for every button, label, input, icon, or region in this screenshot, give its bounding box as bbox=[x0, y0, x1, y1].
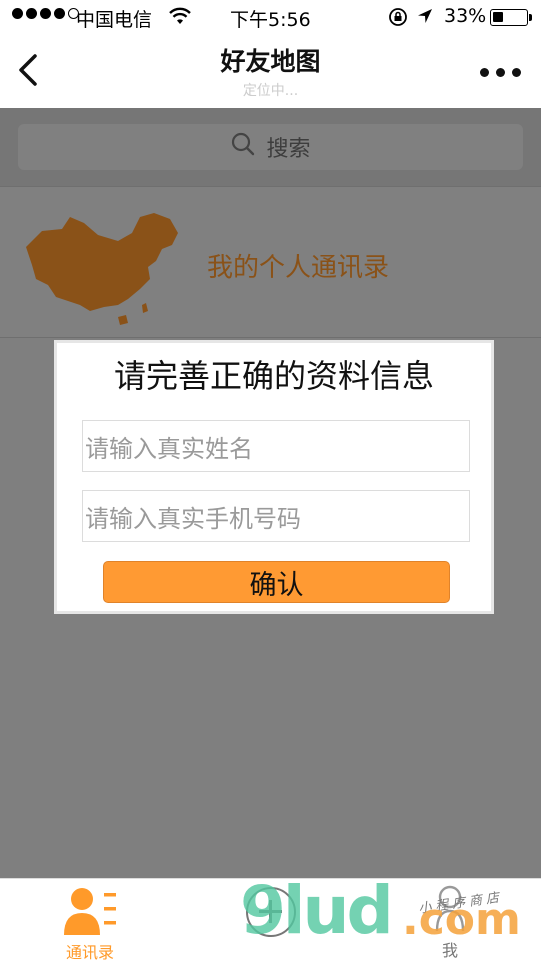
tab-contacts-label: 通讯录 bbox=[65, 943, 114, 960]
location-status: 定位中... bbox=[242, 83, 299, 99]
contact-list-entry[interactable]: 我的个人通讯录 bbox=[0, 186, 541, 338]
phone-number-placeholder: 请输入真实手机号码 bbox=[85, 504, 301, 533]
location-arrow-icon bbox=[416, 7, 434, 30]
search-input[interactable]: 搜索 bbox=[18, 124, 523, 170]
tab-me-label: 我 bbox=[441, 941, 458, 960]
rotation-lock-icon bbox=[388, 7, 408, 32]
confirm-button[interactable]: 确认 bbox=[103, 561, 450, 603]
signal-strength-icon bbox=[12, 8, 79, 19]
profile-info-dialog: 请完善正确的资料信息 请输入真实姓名 请输入真实手机号码 确认 bbox=[54, 340, 494, 614]
search-icon bbox=[230, 131, 256, 163]
battery-tip bbox=[529, 14, 532, 21]
phone-number-input[interactable]: 请输入真实手机号码 bbox=[82, 490, 470, 542]
add-friend-icon[interactable] bbox=[246, 887, 296, 937]
search-area: 搜索 bbox=[0, 108, 541, 186]
real-name-input[interactable]: 请输入真实姓名 bbox=[82, 420, 470, 472]
battery-icon bbox=[490, 9, 528, 26]
tab-contacts[interactable]: 通讯录 bbox=[56, 885, 124, 960]
wifi-icon bbox=[168, 6, 192, 31]
battery-percent: 33% bbox=[444, 5, 487, 27]
dialog-title: 请完善正确的资料信息 bbox=[113, 357, 434, 395]
contact-list-label: 我的个人通讯录 bbox=[207, 253, 390, 283]
navigation-bar: 好友地图 定位中... bbox=[0, 34, 541, 108]
page-title: 好友地图 bbox=[220, 47, 321, 76]
tab-me[interactable]: 我 bbox=[420, 885, 480, 960]
tab-bar: 通讯录 我 bbox=[0, 878, 541, 960]
carrier-name: 中国电信 bbox=[76, 9, 153, 31]
real-name-placeholder: 请输入真实姓名 bbox=[85, 434, 253, 463]
china-map-icon bbox=[22, 209, 182, 335]
user-icon bbox=[434, 885, 466, 937]
status-bar: 中国电信 下午5:56 33% bbox=[0, 0, 541, 34]
search-placeholder: 搜索 bbox=[266, 137, 311, 162]
contacts-icon bbox=[62, 885, 118, 945]
more-options-icon[interactable] bbox=[480, 68, 521, 77]
clock: 下午5:56 bbox=[230, 9, 311, 31]
